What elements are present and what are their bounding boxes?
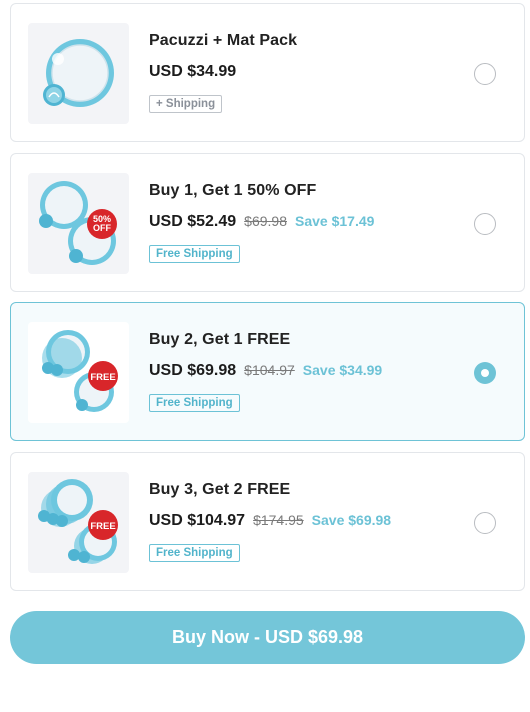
shipping-badge: Free Shipping bbox=[149, 245, 240, 263]
option-price: USD $69.98 bbox=[149, 362, 237, 379]
option-title: Buy 2, Get 1 FREE bbox=[149, 331, 291, 348]
discount-ribbon-label: FREE bbox=[90, 521, 115, 532]
price-row: USD $52.49 $69.98 Save $17.49 bbox=[149, 213, 374, 231]
buy-now-button[interactable]: Buy Now - USD $69.98 bbox=[10, 611, 525, 664]
bundle-option-buy2-get1[interactable]: FREE Buy 2, Get 1 FREE USD $69.98 $104.9… bbox=[10, 302, 525, 441]
shipping-badge: + Shipping bbox=[149, 95, 223, 113]
compare-at-price: $69.98 bbox=[244, 213, 287, 229]
three-bowls-image: FREE bbox=[42, 330, 118, 412]
option-price: USD $52.49 bbox=[149, 213, 237, 230]
single-bowl-image bbox=[43, 39, 114, 107]
bundle-option-buy3-get2[interactable]: FREE Buy 3, Get 2 FREE USD $104.97 $174.… bbox=[10, 452, 525, 591]
option-price: USD $34.99 bbox=[149, 63, 237, 80]
savings-label: Save $69.98 bbox=[311, 512, 392, 528]
option-radio[interactable] bbox=[474, 512, 496, 534]
bundle-option-buy1-get1[interactable]: 50% OFF Buy 1, Get 1 50% OFF USD $52.49 … bbox=[10, 153, 525, 292]
shipping-badge: Free Shipping bbox=[149, 394, 240, 412]
shipping-badge: Free Shipping bbox=[149, 544, 240, 562]
option-price: USD $104.97 bbox=[149, 512, 246, 529]
compare-at-price: $174.95 bbox=[253, 512, 304, 528]
option-title: Pacuzzi + Mat Pack bbox=[149, 32, 298, 49]
option-title: Buy 1, Get 1 50% OFF bbox=[149, 182, 317, 199]
product-thumbnail: FREE bbox=[28, 472, 129, 573]
discount-ribbon-label: FREE bbox=[90, 372, 115, 383]
option-radio[interactable] bbox=[474, 63, 496, 85]
two-bowls-image: 50% OFF bbox=[39, 181, 117, 265]
five-bowls-image: FREE bbox=[38, 479, 118, 564]
discount-ribbon-label: OFF bbox=[93, 223, 111, 233]
option-radio-selected[interactable] bbox=[474, 362, 496, 384]
price-row: USD $69.98 $104.97 Save $34.99 bbox=[149, 362, 382, 380]
savings-label: Save $17.49 bbox=[295, 213, 375, 229]
bundle-option-single[interactable]: Pacuzzi + Mat Pack USD $34.99 + Shipping bbox=[10, 3, 525, 142]
price-row: USD $34.99 bbox=[149, 63, 236, 81]
option-title: Buy 3, Get 2 FREE bbox=[149, 481, 291, 498]
price-row: USD $104.97 $174.95 Save $69.98 bbox=[149, 512, 391, 530]
product-thumbnail: FREE bbox=[28, 322, 129, 423]
savings-label: Save $34.99 bbox=[302, 362, 383, 378]
compare-at-price: $104.97 bbox=[244, 362, 295, 378]
product-thumbnail: 50% OFF bbox=[28, 173, 129, 274]
product-thumbnail bbox=[28, 23, 129, 124]
option-radio[interactable] bbox=[474, 213, 496, 235]
